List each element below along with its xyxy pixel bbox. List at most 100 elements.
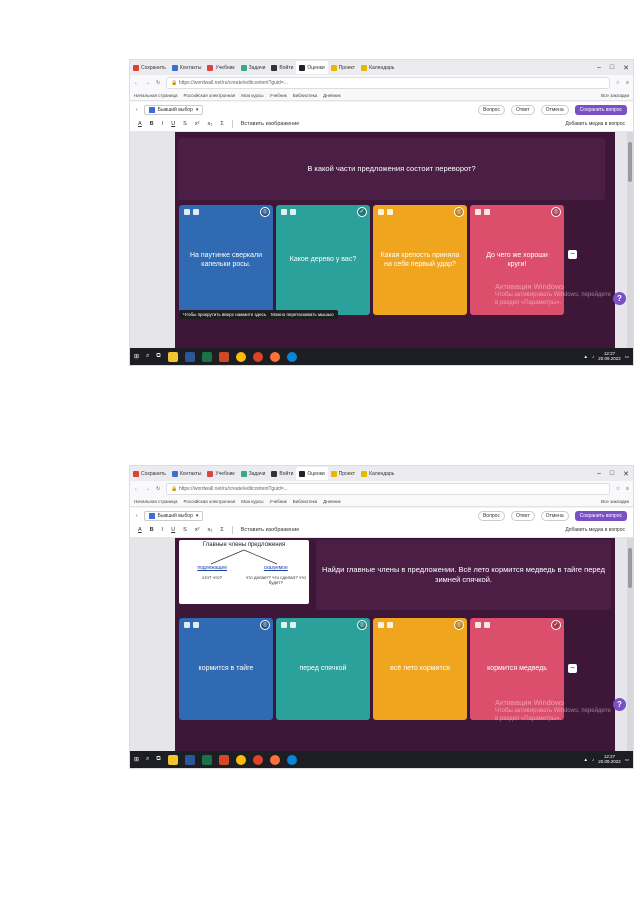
cancel-button[interactable]: Отмена <box>540 510 569 521</box>
bookmark-item[interactable]: Мои курсы <box>241 499 263 504</box>
browser-tab[interactable]: Учебник <box>204 467 237 480</box>
bookmark-item[interactable]: Начальная страница <box>134 499 178 504</box>
superscript-button[interactable]: x² <box>195 527 200 533</box>
scrollbar[interactable] <box>627 538 633 751</box>
help-button[interactable]: ? <box>613 698 626 711</box>
windows-start-icon[interactable]: ⊞ <box>134 756 139 763</box>
status-icon[interactable]: ◎ <box>454 620 464 630</box>
strike-button[interactable]: S <box>183 527 187 533</box>
answer-card[interactable]: ◎ На паутинке сверкали капельки росы. <box>179 205 273 315</box>
question-text[interactable]: В какой части предложения состоит перево… <box>178 138 605 200</box>
bookmark-item[interactable]: Все закладки <box>601 93 629 98</box>
insert-image-button[interactable]: Вставить изображение <box>241 121 300 127</box>
image-icon[interactable] <box>281 209 287 215</box>
clock[interactable]: 12:27 20.09.2022 <box>598 754 621 765</box>
bookmark-item[interactable]: Мои курсы <box>241 93 263 98</box>
opera-icon[interactable] <box>252 351 263 362</box>
menu-icon[interactable]: ≡ <box>626 80 629 86</box>
add-media-link[interactable]: Добавить медиа в вопрос <box>565 527 625 533</box>
italic-button[interactable]: I <box>162 527 164 533</box>
close-icon[interactable]: ✕ <box>623 64 629 72</box>
check-icon[interactable]: ✓ <box>551 620 561 630</box>
template-select[interactable]: Бывший выбор ▾ <box>143 510 204 521</box>
star-icon[interactable]: ☆ <box>616 80 620 86</box>
firefox-icon[interactable] <box>269 351 280 362</box>
chrome-icon[interactable] <box>235 351 246 362</box>
bookmark-item[interactable]: Начальная страница <box>134 93 178 98</box>
browser-tab[interactable]: Войти <box>268 61 296 74</box>
audio-icon[interactable] <box>290 209 296 215</box>
audio-icon[interactable] <box>193 209 199 215</box>
browser-tab[interactable]: Войти <box>268 467 296 480</box>
image-icon[interactable] <box>475 209 481 215</box>
question-image[interactable]: Главные члены предложения подлежащее кто… <box>179 540 309 604</box>
edge-icon[interactable] <box>286 351 297 362</box>
address-bar[interactable]: 🔒 https://wordwall.net/ru/create/editcon… <box>166 482 610 495</box>
browser-tab[interactable]: Календарь <box>358 467 397 480</box>
image-icon[interactable] <box>378 622 384 628</box>
bookmark-item[interactable]: Все закладки <box>601 499 629 504</box>
word-icon[interactable] <box>184 754 195 765</box>
font-color-button[interactable]: A <box>138 527 142 533</box>
symbol-button[interactable]: Σ <box>220 121 223 127</box>
scrollbar-thumb[interactable] <box>628 548 632 588</box>
question-button[interactable]: Вопрос <box>478 510 505 521</box>
back-icon[interactable]: ← <box>134 486 139 492</box>
italic-button[interactable]: I <box>162 121 164 127</box>
underline-button[interactable]: U <box>171 527 175 533</box>
task-view-icon[interactable]: ⧉ <box>156 353 160 360</box>
edge-icon[interactable] <box>286 754 297 765</box>
powerpoint-icon[interactable] <box>218 351 229 362</box>
forward-icon[interactable]: → <box>145 486 150 492</box>
image-icon[interactable] <box>475 622 481 628</box>
back-icon[interactable]: ← <box>134 80 139 86</box>
image-icon[interactable] <box>378 209 384 215</box>
audio-icon[interactable] <box>484 209 490 215</box>
template-select[interactable]: Бывший выбор ▾ <box>143 104 204 115</box>
status-icon[interactable]: ◎ <box>260 620 270 630</box>
browser-tab[interactable]: Сохранить <box>130 467 169 480</box>
underline-button[interactable]: U <box>171 121 175 127</box>
minimize-icon[interactable]: – <box>597 470 601 478</box>
remove-answer-button[interactable]: − <box>568 250 577 259</box>
bookmark-item[interactable]: Дневник <box>323 499 340 504</box>
bookmark-item[interactable]: Учебник <box>270 499 287 504</box>
file-explorer-icon[interactable] <box>167 351 178 362</box>
maximize-icon[interactable]: □ <box>610 64 614 72</box>
powerpoint-icon[interactable] <box>218 754 229 765</box>
clock[interactable]: 12:27 20.09.2022 <box>598 351 621 362</box>
question-text[interactable]: Найди главные члены в предложении. Всё л… <box>316 540 611 610</box>
bookmark-item[interactable]: Библиотека <box>293 499 317 504</box>
bookmark-item[interactable]: Российская электронная <box>184 499 236 504</box>
help-button[interactable]: ? <box>613 292 626 305</box>
answer-card[interactable]: ◎ кормится в тайге <box>179 618 273 720</box>
menu-icon[interactable]: ≡ <box>626 486 629 492</box>
volume-icon[interactable]: ♪ <box>592 757 594 762</box>
volume-icon[interactable]: ♪ <box>592 354 594 359</box>
answer-card[interactable]: ◎ всё лето кормится <box>373 618 467 720</box>
maximize-icon[interactable]: □ <box>610 470 614 478</box>
remove-answer-button[interactable]: − <box>568 664 577 673</box>
notifications-icon[interactable]: ▭ <box>625 757 629 763</box>
superscript-button[interactable]: x² <box>195 121 200 127</box>
browser-tab[interactable]: Проект <box>328 467 358 480</box>
browser-tab[interactable]: Календарь <box>358 61 397 74</box>
answer-card[interactable]: ◎ Какая крепость приняла на себя первый … <box>373 205 467 315</box>
bookmark-item[interactable]: Дневник <box>323 93 340 98</box>
reload-icon[interactable]: ↻ <box>156 486 160 492</box>
browser-tab[interactable]: Контакты <box>169 61 205 74</box>
browser-tab[interactable]: Задачи <box>238 467 269 480</box>
file-explorer-icon[interactable] <box>167 754 178 765</box>
image-icon[interactable] <box>184 622 190 628</box>
font-color-button[interactable]: A <box>138 121 142 127</box>
excel-icon[interactable] <box>201 754 212 765</box>
bookmark-item[interactable]: Учебник <box>270 93 287 98</box>
search-icon[interactable]: ⌕ <box>146 756 149 763</box>
back-button[interactable]: ‹ <box>136 107 138 113</box>
bookmark-item[interactable]: Библиотека <box>293 93 317 98</box>
save-button[interactable]: Сохранить вопрос <box>574 510 627 521</box>
reload-icon[interactable]: ↻ <box>156 80 160 86</box>
forward-icon[interactable]: → <box>145 80 150 86</box>
scrollbar-thumb[interactable] <box>628 142 632 182</box>
bold-button[interactable]: B <box>150 527 154 533</box>
